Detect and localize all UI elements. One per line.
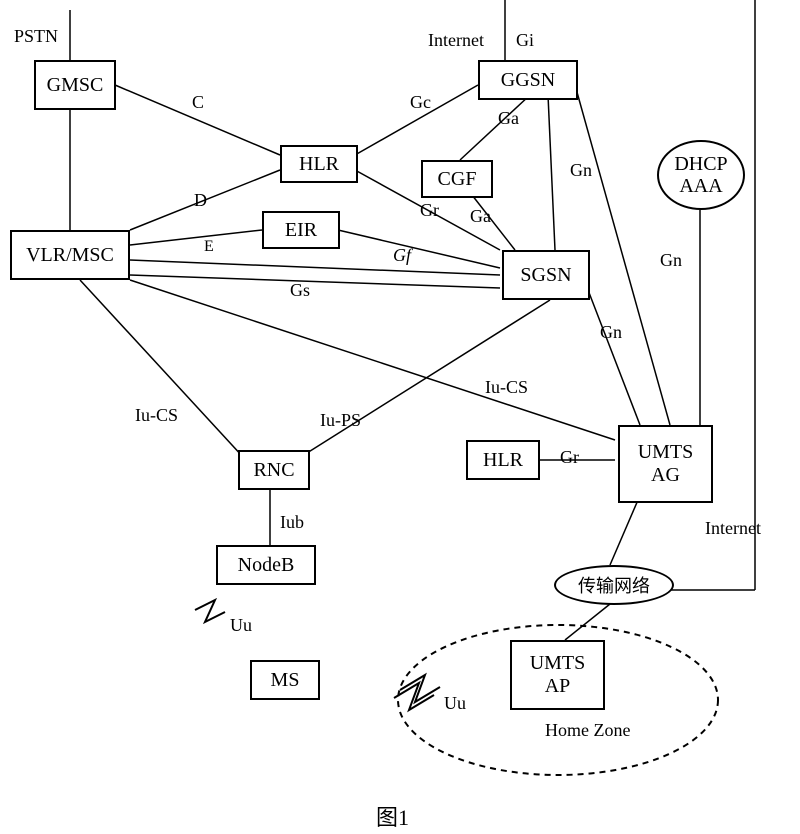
label-gs: Gs [290,280,310,301]
node-label: HLR [483,449,523,472]
node-gmsc: GMSC [34,60,116,110]
node-umts-ap: UMTS AP [510,640,605,710]
label-ga2: Ga [470,206,491,227]
label-pstn: PSTN [14,26,58,47]
node-label: MS [271,669,300,692]
node-label: EIR [285,219,317,242]
label-d: D [194,190,207,211]
label-gn2: Gn [660,250,682,271]
node-label: HLR [299,153,339,176]
label-internet2: Internet [705,518,761,539]
node-sgsn: SGSN [502,250,590,300]
label-gr1: Gr [420,200,439,221]
label-gi: Gi [516,30,534,51]
label-internet1: Internet [428,30,484,51]
node-transport: 传输网络 [554,565,674,605]
node-eir: EIR [262,211,340,249]
label-gn1: Gn [570,160,592,181]
node-nodeb: NodeB [216,545,316,585]
label-gc: Gc [410,92,431,113]
label-gn3: Gn [600,322,622,343]
label-iu-cs1: Iu-CS [135,405,178,426]
figure-caption: 图1 [376,800,409,832]
label-gr2: Gr [560,447,579,468]
node-label: 传输网络 [578,572,650,598]
label-home-zone: Home Zone [545,720,630,741]
node-ggsn: GGSN [478,60,578,100]
node-dhcp-aaa: DHCP AAA [657,140,745,210]
node-label: NodeB [238,554,295,577]
node-hlr2: HLR [466,440,540,480]
node-label: GGSN [501,69,555,92]
node-hlr1: HLR [280,145,358,183]
label-iu-cs2: Iu-CS [485,377,528,398]
node-vlr-msc: VLR/MSC [10,230,130,280]
node-cgf: CGF [421,160,493,198]
label-ga1: Ga [498,108,519,129]
label-c: C [192,92,204,113]
label-uu1: Uu [230,615,252,636]
node-label: DHCP AAA [674,153,727,197]
label-iu-ps: Iu-PS [320,410,361,431]
node-rnc: RNC [238,450,310,490]
label-uu2: Uu [444,693,466,714]
node-umts-ag: UMTS AG [618,425,713,503]
node-label: UMTS AP [530,652,586,698]
node-ms: MS [250,660,320,700]
node-label: SGSN [520,264,571,287]
node-label: UMTS AG [638,441,694,487]
node-label: RNC [253,459,294,482]
node-label: VLR/MSC [26,244,114,267]
label-iub: Iub [280,512,304,533]
label-e: E [204,238,214,256]
node-label: CGF [438,168,477,191]
label-gf: Gf [393,245,411,266]
node-label: GMSC [47,74,104,97]
